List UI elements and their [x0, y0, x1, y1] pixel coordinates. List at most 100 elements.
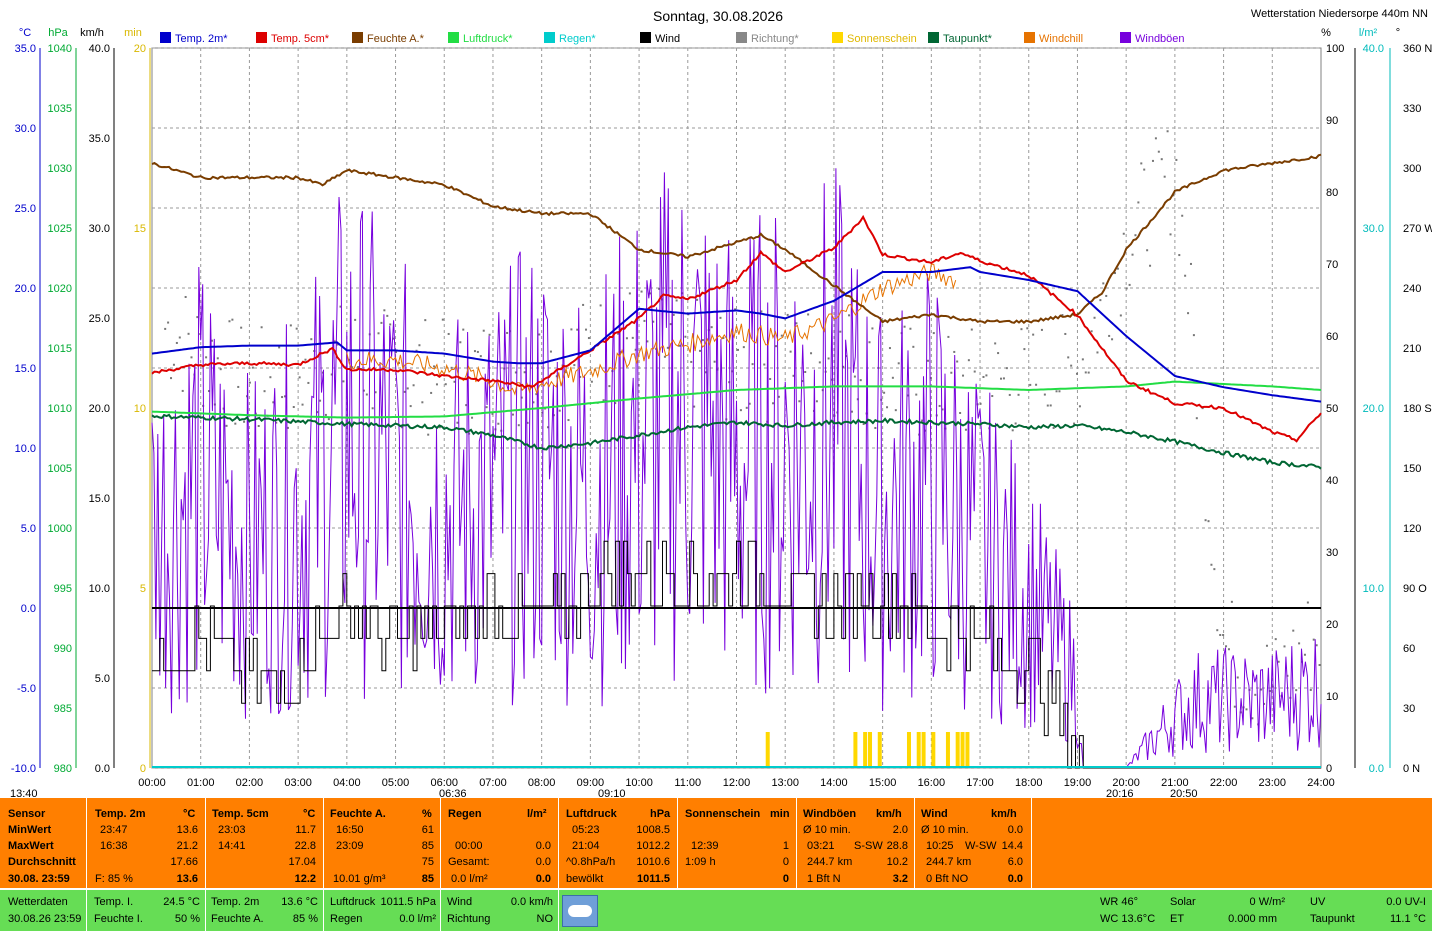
direction-dot [1163, 175, 1166, 178]
direction-dot [1219, 633, 1222, 636]
direction-dot [780, 334, 783, 337]
x-tick-label: 24:00 [1307, 777, 1335, 789]
direction-dot [1204, 519, 1207, 522]
ss-duration-val: 0 [782, 856, 789, 868]
direction-dot [573, 364, 576, 367]
direction-dot [690, 360, 693, 363]
legend-swatch [928, 32, 939, 43]
dir-tick-label: 120 [1403, 523, 1421, 535]
temp-tick-label: 35.0 [15, 43, 36, 55]
direction-dot [745, 406, 748, 409]
direction-dot [859, 379, 862, 382]
unit-deg: ° [1396, 27, 1400, 39]
wb-bft: 1 Bft N [807, 873, 841, 885]
x-tick-label: 02:00 [236, 777, 264, 789]
kmh-tick-label: 40.0 [89, 43, 110, 55]
direction-dot [815, 400, 818, 403]
direction-dot [538, 333, 541, 336]
direction-dot [1283, 645, 1286, 648]
direction-dot [710, 326, 713, 329]
direction-dot [763, 363, 766, 366]
direction-dot [1292, 629, 1295, 632]
hpa-tick-label: 980 [54, 763, 72, 775]
dir-status-value: NO [536, 913, 554, 925]
lp-min-time: 05:23 [572, 824, 600, 836]
rg-gesamt-label: Gesamt: [448, 856, 490, 868]
direction-dot [231, 318, 234, 321]
direction-dot [672, 313, 675, 316]
wi-bft: 0 Bft NO [926, 873, 969, 885]
sunshine-bar [960, 732, 965, 768]
direction-dot [1105, 294, 1108, 297]
t5-header: Temp. 5cm [212, 808, 269, 820]
legend-item: Temp. 5cm* [271, 33, 330, 45]
direction-dot [237, 385, 240, 388]
direction-dot [903, 325, 906, 328]
direction-dot [178, 336, 181, 339]
direction-dot [1084, 371, 1087, 374]
dir-tick-label: 300 [1403, 163, 1421, 175]
direction-dot [973, 370, 976, 373]
direction-dot [342, 380, 345, 383]
fa-max-time: 23:09 [336, 840, 364, 852]
direction-dot [1213, 568, 1216, 571]
direction-dot [883, 391, 886, 394]
wb-unit: km/h [876, 808, 902, 820]
hpa-tick-label: 1030 [48, 163, 72, 175]
direction-dot [1052, 426, 1055, 429]
sunshine-bar [945, 732, 950, 768]
direction-dot [576, 328, 579, 331]
wi-dist: 244.7 km [926, 856, 972, 868]
direction-dot [427, 433, 430, 436]
direction-dot [585, 328, 588, 331]
direction-dot [853, 375, 856, 378]
dir-tick-label: 330 [1403, 103, 1421, 115]
direction-dot [216, 357, 219, 360]
pct-tick-label: 80 [1326, 187, 1338, 199]
pct-tick-label: 100 [1326, 43, 1344, 55]
direction-dot [1102, 282, 1105, 285]
hpa-tick-label: 985 [54, 703, 72, 715]
fi-label: Feuchte I. [94, 913, 143, 925]
min-tick-label: 20 [134, 43, 146, 55]
sunshine-bar [853, 732, 858, 768]
legend-swatch [256, 32, 267, 43]
sunshine-bar [931, 732, 936, 768]
direction-dot [1081, 358, 1084, 361]
legend-swatch [160, 32, 171, 43]
hpa-tick-label: 1010 [48, 403, 72, 415]
direction-dot [1230, 600, 1233, 603]
direction-dot [1040, 328, 1043, 331]
direction-dot [324, 413, 327, 416]
direction-dot [459, 341, 462, 344]
hpa-tick-label: 1025 [48, 223, 72, 235]
kmh-tick-label: 10.0 [89, 583, 110, 595]
direction-dot [1096, 351, 1099, 354]
direction-dot [947, 335, 950, 338]
direction-dot [1245, 708, 1248, 711]
direction-dot [774, 345, 777, 348]
direction-dot [1108, 334, 1111, 337]
x-tick-label: 01:00 [187, 777, 215, 789]
t2-max-time: 16:38 [100, 840, 128, 852]
et-value: 0.000 mm [1228, 913, 1277, 925]
direction-dot [956, 360, 959, 363]
direction-dot [719, 316, 722, 319]
wi-dist-val: 6.0 [1007, 856, 1023, 868]
fa-min: 61 [421, 824, 434, 836]
t5-max-time: 14:41 [218, 840, 246, 852]
ti-value: 24.5 °C [163, 896, 200, 908]
direction-dot [1043, 393, 1046, 396]
direction-dot [298, 376, 301, 379]
lp-avg: 1010.6 [636, 856, 670, 868]
direction-dot [953, 350, 956, 353]
legend-swatch [1120, 32, 1131, 43]
direction-dot [506, 331, 509, 334]
direction-dot [1154, 137, 1157, 140]
direction-dot [175, 341, 178, 344]
direction-dot [1178, 254, 1181, 257]
direction-dot [772, 402, 775, 405]
rg-val: 0.0 [535, 840, 551, 852]
direction-dot [839, 330, 842, 333]
rg-header: Regen [448, 808, 482, 820]
